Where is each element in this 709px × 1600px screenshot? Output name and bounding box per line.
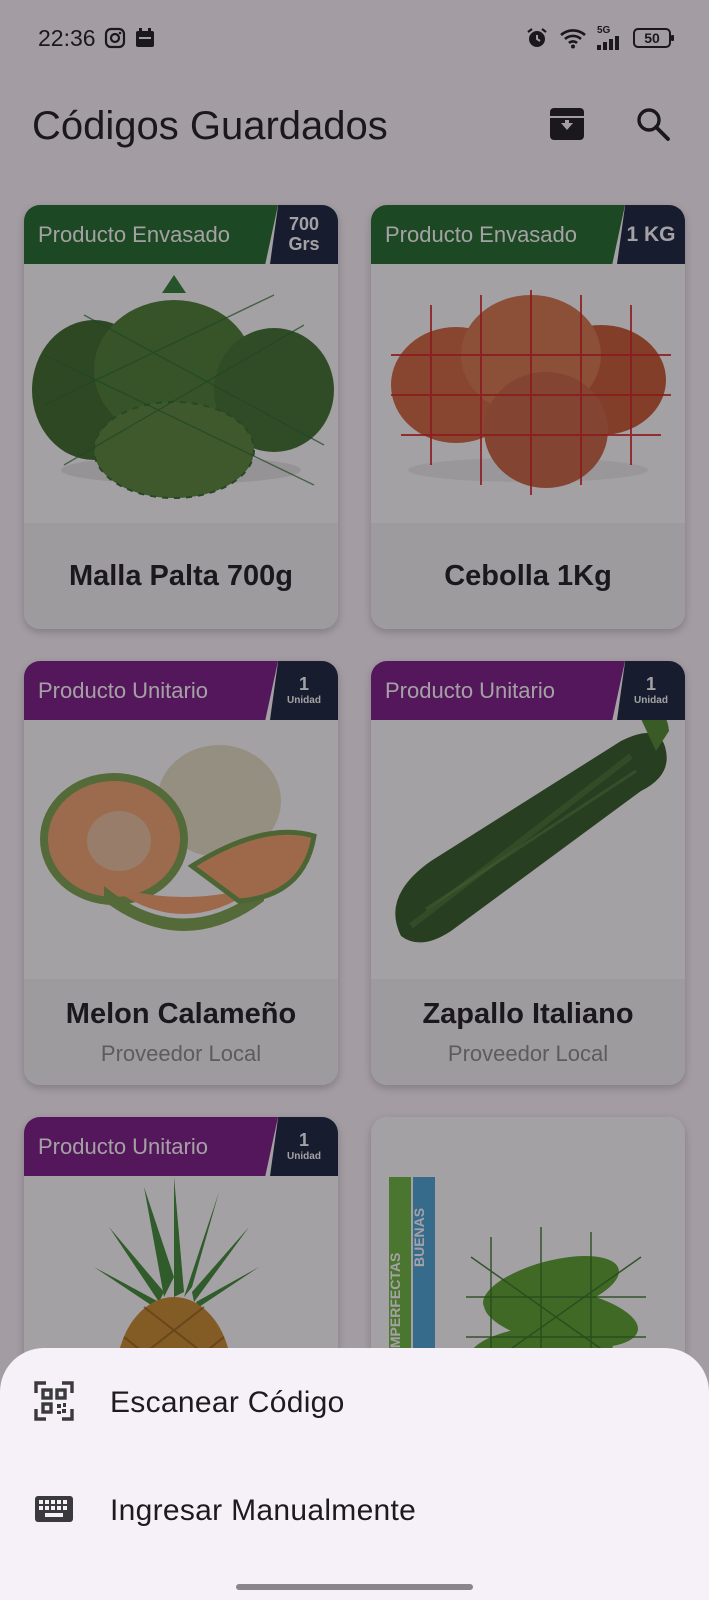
bottom-sheet: Escanear Código Ingresar Manualmente bbox=[0, 1348, 709, 1600]
scan-code-label: Escanear Código bbox=[110, 1386, 345, 1419]
keyboard-icon bbox=[34, 1489, 74, 1534]
manual-entry-label: Ingresar Manualmente bbox=[110, 1494, 417, 1527]
scan-code-option[interactable]: Escanear Código bbox=[0, 1358, 709, 1448]
qr-scan-icon bbox=[34, 1380, 74, 1426]
home-indicator[interactable] bbox=[236, 1584, 473, 1590]
manual-entry-option[interactable]: Ingresar Manualmente bbox=[0, 1466, 709, 1556]
